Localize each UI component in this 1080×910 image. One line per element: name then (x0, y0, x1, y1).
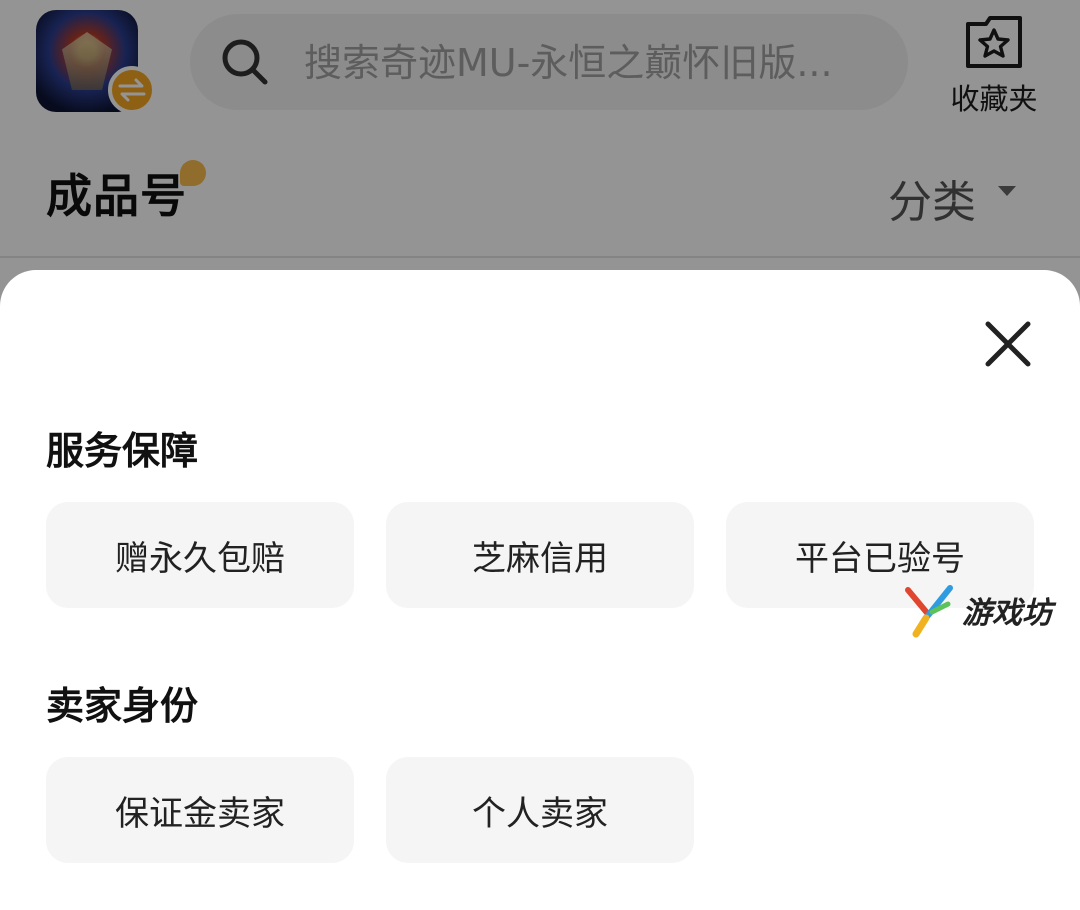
watermark-text: 游戏坊 (962, 596, 1052, 631)
filter-option-personal-seller[interactable]: 个人卖家 (386, 757, 694, 863)
watermark-logo-icon (905, 585, 953, 638)
watermark: 游戏坊 (902, 584, 1072, 644)
filter-option-deposit-seller[interactable]: 保证金卖家 (46, 757, 354, 863)
filter-option-sesame-credit[interactable]: 芝麻信用 (386, 502, 694, 608)
filter-option-permanent-compensation[interactable]: 赠永久包赔 (46, 502, 354, 608)
section-title-seller: 卖家身份 (46, 684, 199, 728)
close-icon[interactable] (982, 318, 1034, 370)
section-title-service: 服务保障 (46, 429, 199, 473)
